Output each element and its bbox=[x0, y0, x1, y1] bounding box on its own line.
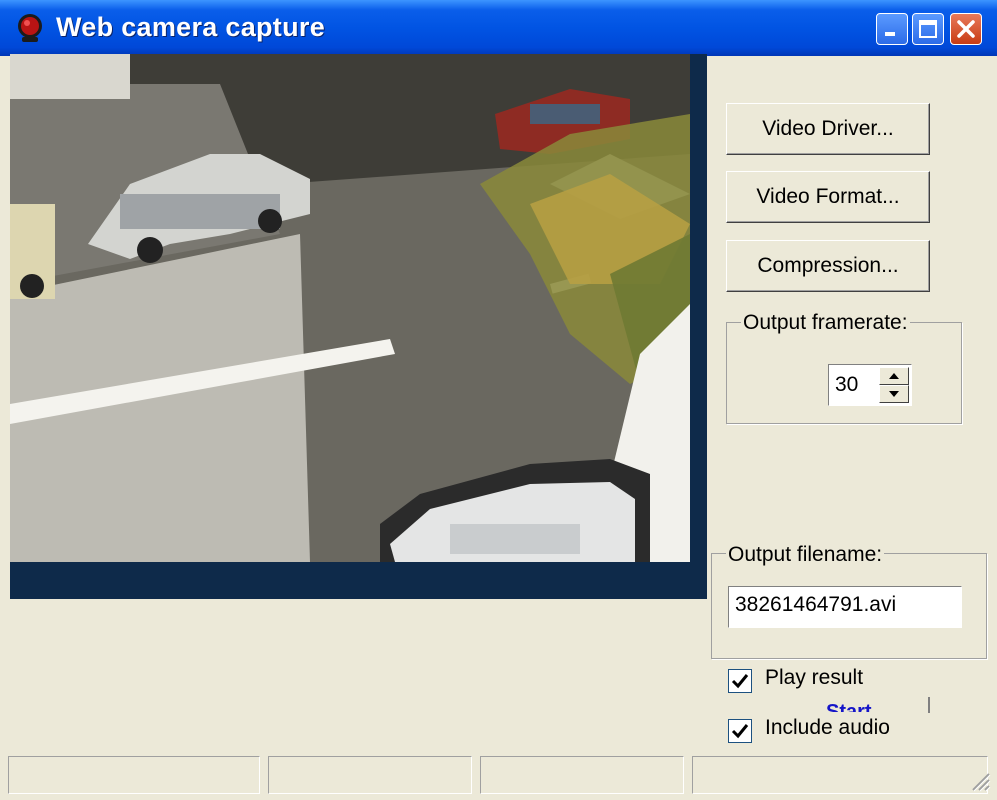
main-window: Web camera capture Video Driver... Video… bbox=[0, 0, 997, 800]
video-preview bbox=[10, 54, 707, 599]
arrow-down-icon bbox=[889, 391, 899, 397]
framerate-label: Output framerate: bbox=[741, 311, 910, 335]
play-result-checkbox[interactable] bbox=[728, 669, 752, 693]
close-icon bbox=[957, 20, 975, 38]
include-audio-label[interactable]: Include audio bbox=[765, 716, 890, 740]
play-result-label[interactable]: Play result bbox=[765, 666, 863, 690]
framerate-spinner[interactable]: 30 bbox=[828, 364, 912, 406]
status-bar bbox=[0, 752, 997, 800]
window-title: Web camera capture bbox=[56, 12, 326, 42]
divider bbox=[928, 697, 930, 713]
status-panel bbox=[268, 756, 472, 794]
spinner-buttons bbox=[879, 367, 909, 403]
maximize-icon bbox=[919, 20, 937, 38]
output-filename-input[interactable]: 38261464791.avi bbox=[728, 586, 962, 628]
close-button[interactable] bbox=[950, 13, 982, 45]
status-panel bbox=[8, 756, 260, 794]
checkmark-icon bbox=[731, 674, 749, 689]
webcam-app-icon bbox=[18, 14, 42, 42]
title-bar[interactable]: Web camera capture bbox=[0, 0, 997, 56]
video-driver-button[interactable]: Video Driver... bbox=[726, 103, 930, 155]
maximize-button[interactable] bbox=[912, 13, 944, 45]
checkmark-icon bbox=[731, 724, 749, 739]
include-audio-checkbox[interactable] bbox=[728, 719, 752, 743]
output-filename-label: Output filename: bbox=[726, 543, 885, 567]
camera-feed-image bbox=[10, 54, 707, 599]
spin-down-button[interactable] bbox=[879, 385, 909, 403]
spin-up-button[interactable] bbox=[879, 367, 909, 385]
video-format-button[interactable]: Video Format... bbox=[726, 171, 930, 223]
status-panel bbox=[692, 756, 988, 794]
arrow-up-icon bbox=[889, 373, 899, 379]
minimize-icon bbox=[885, 32, 895, 36]
compression-button[interactable]: Compression... bbox=[726, 240, 930, 292]
status-panel bbox=[480, 756, 684, 794]
start-button[interactable]: Start bbox=[826, 700, 872, 712]
resize-grip-icon[interactable] bbox=[967, 768, 991, 792]
minimize-button[interactable] bbox=[876, 13, 908, 45]
framerate-value[interactable]: 30 bbox=[835, 373, 858, 397]
